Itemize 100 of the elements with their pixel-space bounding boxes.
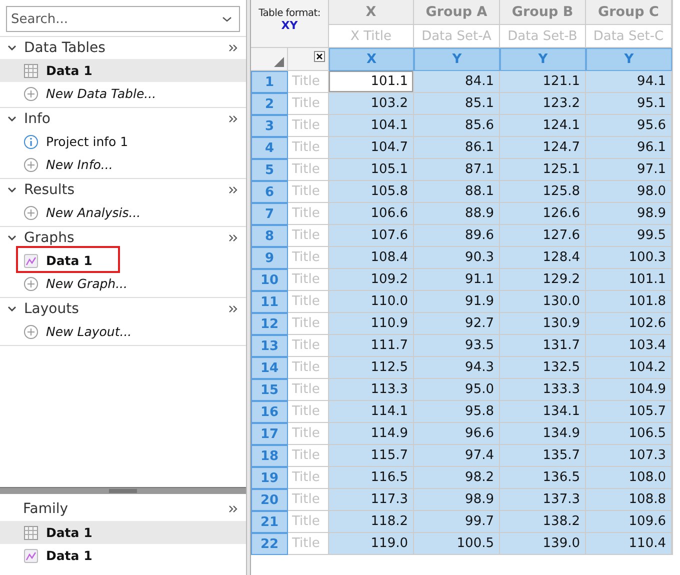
table-cell[interactable]: 130.0: [500, 291, 586, 313]
table-cell[interactable]: 99.5: [586, 225, 672, 247]
table-cell[interactable]: 124.7: [500, 137, 586, 159]
table-cell[interactable]: 110.0: [329, 291, 414, 313]
table-cell[interactable]: 114.9: [329, 423, 414, 445]
table-cell[interactable]: 101.1: [586, 269, 672, 291]
section-title[interactable]: Results: [24, 182, 222, 198]
table-cell[interactable]: 130.9: [500, 313, 586, 335]
section-title[interactable]: Info: [24, 111, 222, 127]
table-cell[interactable]: 100.3: [586, 247, 672, 269]
table-cell[interactable]: 97.4: [414, 445, 500, 467]
navigator-item[interactable]: New Layout...: [0, 320, 246, 343]
section-title[interactable]: Layouts: [24, 301, 222, 317]
table-cell[interactable]: 114.1: [329, 401, 414, 423]
table-cell[interactable]: 139.0: [500, 533, 586, 555]
search-field[interactable]: Search...: [6, 6, 240, 32]
table-cell[interactable]: 126.6: [500, 203, 586, 225]
navigator-item[interactable]: Data 1: [0, 249, 246, 272]
table-cell[interactable]: 96.1: [586, 137, 672, 159]
table-cell[interactable]: 106.5: [586, 423, 672, 445]
table-cell[interactable]: 92.7: [414, 313, 500, 335]
table-cell[interactable]: 138.2: [500, 511, 586, 533]
table-cell[interactable]: 106.6: [329, 203, 414, 225]
table-cell[interactable]: 123.2: [500, 93, 586, 115]
table-cell[interactable]: 135.7: [500, 445, 586, 467]
table-cell[interactable]: 96.6: [414, 423, 500, 445]
family-item[interactable]: Data 1: [0, 521, 246, 544]
table-cell[interactable]: 88.9: [414, 203, 500, 225]
table-cell[interactable]: 105.7: [586, 401, 672, 423]
table-cell[interactable]: 108.0: [586, 467, 672, 489]
table-cell[interactable]: 111.7: [329, 335, 414, 357]
table-cell[interactable]: 117.3: [329, 489, 414, 511]
table-cell[interactable]: 90.3: [414, 247, 500, 269]
table-cell[interactable]: 118.2: [329, 511, 414, 533]
section-title[interactable]: Data Tables: [24, 40, 222, 56]
table-cell[interactable]: 103.4: [586, 335, 672, 357]
table-cell[interactable]: 98.0: [586, 181, 672, 203]
table-cell[interactable]: 133.3: [500, 379, 586, 401]
table-cell[interactable]: 104.2: [586, 357, 672, 379]
table-cell[interactable]: 93.5: [414, 335, 500, 357]
table-cell[interactable]: 104.9: [586, 379, 672, 401]
table-cell[interactable]: 124.1: [500, 115, 586, 137]
table-cell[interactable]: 109.2: [329, 269, 414, 291]
table-cell[interactable]: 116.5: [329, 467, 414, 489]
table-cell[interactable]: 134.9: [500, 423, 586, 445]
table-cell[interactable]: 110.9: [329, 313, 414, 335]
table-cell[interactable]: 107.3: [586, 445, 672, 467]
table-cell[interactable]: 97.1: [586, 159, 672, 181]
table-cell[interactable]: 95.0: [414, 379, 500, 401]
table-cell[interactable]: 108.8: [586, 489, 672, 511]
table-cell[interactable]: 102.6: [586, 313, 672, 335]
table-cell[interactable]: 95.6: [586, 115, 672, 137]
splitter-handle[interactable]: [109, 489, 137, 493]
table-cell[interactable]: 125.8: [500, 181, 586, 203]
table-cell[interactable]: 89.6: [414, 225, 500, 247]
table-cell[interactable]: 109.6: [586, 511, 672, 533]
table-cell[interactable]: 134.1: [500, 401, 586, 423]
table-cell[interactable]: 119.0: [329, 533, 414, 555]
navigator-item[interactable]: New Data Table...: [0, 82, 246, 105]
navigator-item[interactable]: New Graph...: [0, 272, 246, 295]
table-cell[interactable]: 132.5: [500, 357, 586, 379]
table-cell[interactable]: 91.1: [414, 269, 500, 291]
table-cell[interactable]: 100.5: [414, 533, 500, 555]
family-item[interactable]: Data 1: [0, 544, 246, 567]
table-cell[interactable]: 125.1: [500, 159, 586, 181]
table-cell[interactable]: 98.2: [414, 467, 500, 489]
table-cell[interactable]: 107.6: [329, 225, 414, 247]
table-cell[interactable]: 86.1: [414, 137, 500, 159]
table-cell[interactable]: 91.9: [414, 291, 500, 313]
table-cell[interactable]: 98.9: [414, 489, 500, 511]
table-cell[interactable]: 105.8: [329, 181, 414, 203]
table-cell[interactable]: 103.2: [329, 93, 414, 115]
table-cell[interactable]: 95.8: [414, 401, 500, 423]
table-cell[interactable]: 85.1: [414, 93, 500, 115]
format-value[interactable]: XY: [281, 19, 298, 32]
table-cell[interactable]: 105.1: [329, 159, 414, 181]
table-cell[interactable]: 95.1: [586, 93, 672, 115]
table-cell[interactable]: 115.7: [329, 445, 414, 467]
table-cell[interactable]: 104.7: [329, 137, 414, 159]
table-cell[interactable]: 84.1: [414, 71, 500, 93]
table-cell[interactable]: 101.8: [586, 291, 672, 313]
navigator-item[interactable]: New Analysis...: [0, 201, 246, 224]
table-cell[interactable]: 129.2: [500, 269, 586, 291]
table-cell[interactable]: 121.1: [500, 71, 586, 93]
table-cell[interactable]: 137.3: [500, 489, 586, 511]
table-cell[interactable]: 104.1: [329, 115, 414, 137]
table-cell[interactable]: 127.6: [500, 225, 586, 247]
table-cell[interactable]: 88.1: [414, 181, 500, 203]
navigator-item[interactable]: New Info...: [0, 153, 246, 176]
table-cell[interactable]: 87.1: [414, 159, 500, 181]
table-cell[interactable]: 94.3: [414, 357, 500, 379]
table-cell[interactable]: 131.7: [500, 335, 586, 357]
table-cell[interactable]: 113.3: [329, 379, 414, 401]
table-cell[interactable]: 136.5: [500, 467, 586, 489]
table-cell[interactable]: 98.9: [586, 203, 672, 225]
navigator-item[interactable]: Project info 1: [0, 130, 246, 153]
section-title[interactable]: Graphs: [24, 230, 222, 246]
table-cell[interactable]: 94.1: [586, 71, 672, 93]
table-cell[interactable]: 85.6: [414, 115, 500, 137]
table-cell[interactable]: 128.4: [500, 247, 586, 269]
